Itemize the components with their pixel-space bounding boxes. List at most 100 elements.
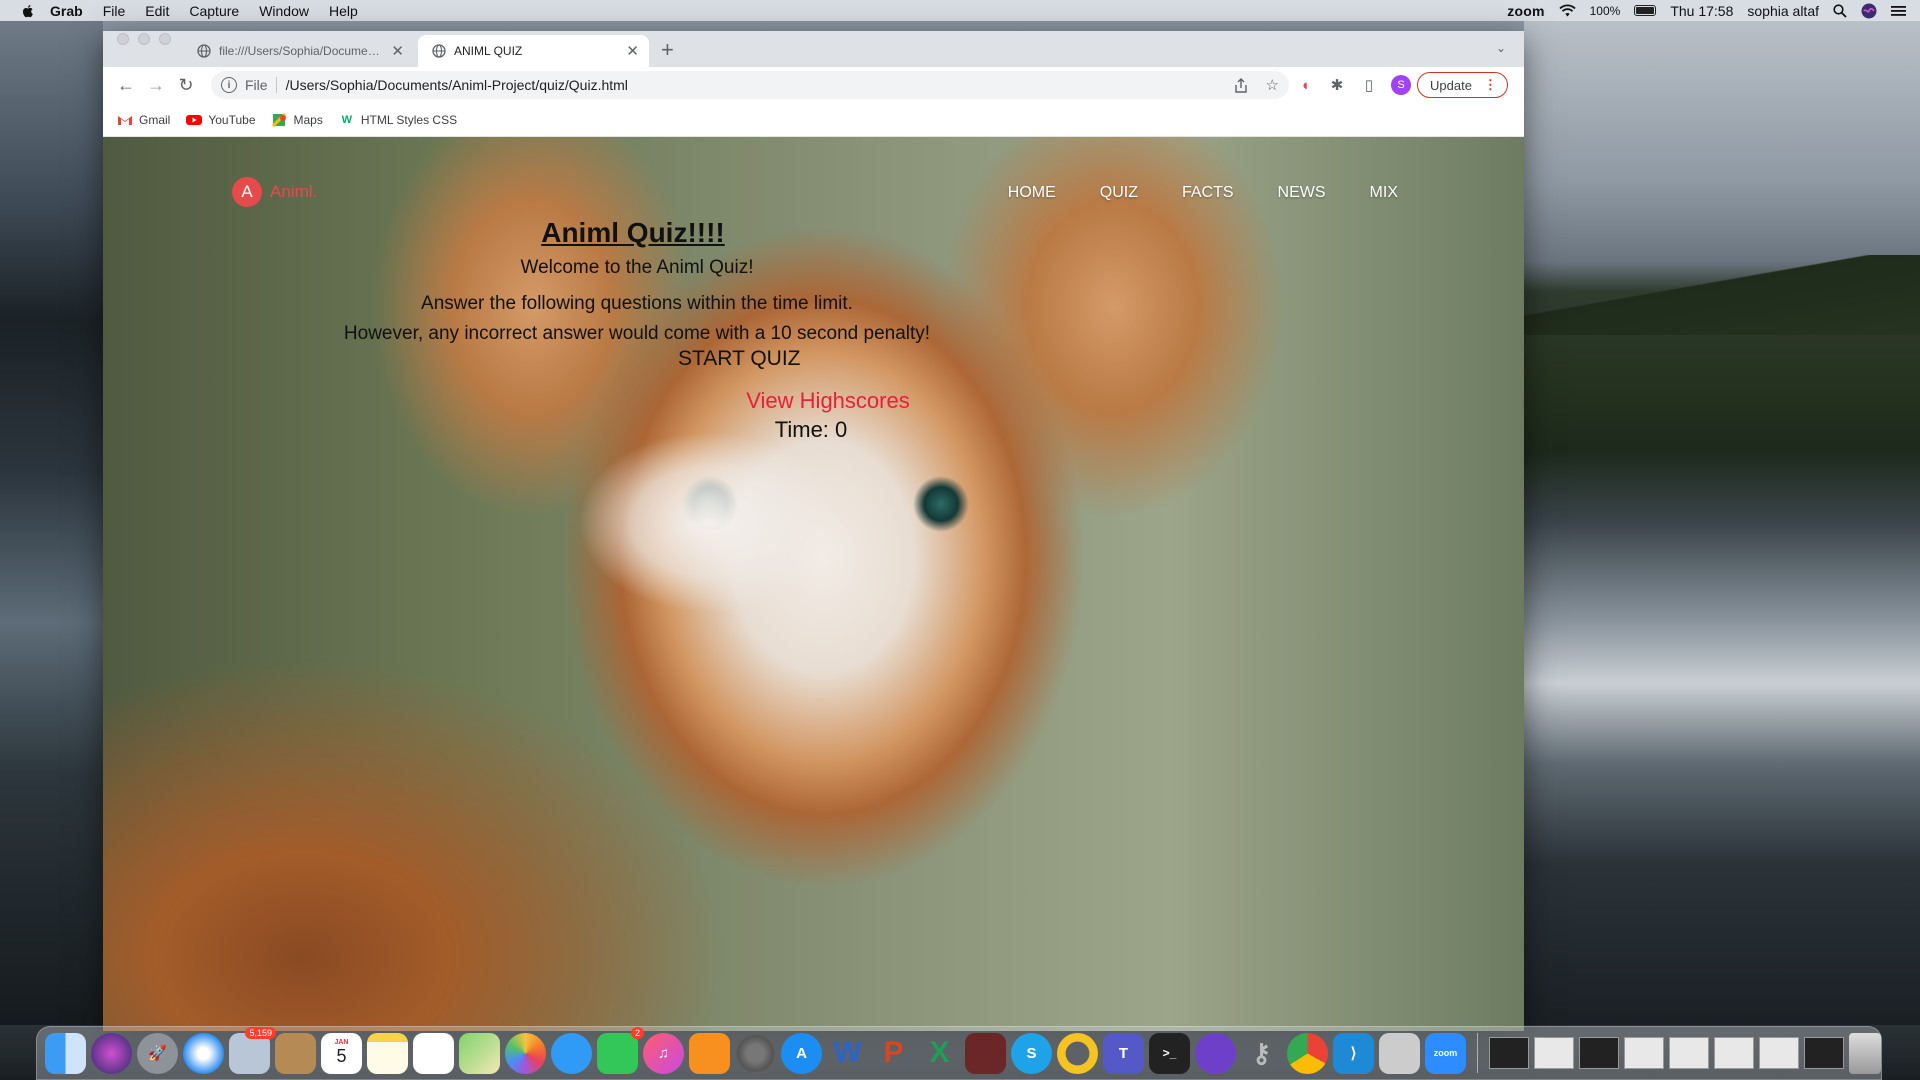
- bookmark-label: YouTube: [208, 112, 256, 127]
- powerpoint-icon[interactable]: P: [873, 1033, 914, 1074]
- grab-app-icon[interactable]: [1379, 1032, 1420, 1074]
- tab-file-quiz[interactable]: file:///Users/Sophia/Documents/Animl-Pro…: [183, 35, 414, 67]
- bookmark-maps[interactable]: Maps: [271, 112, 323, 127]
- nav-facts[interactable]: FACTS: [1182, 184, 1234, 202]
- extension-red-icon[interactable]: ◖: [1289, 77, 1321, 94]
- nav-news[interactable]: NEWS: [1278, 184, 1326, 202]
- finder-icon[interactable]: [45, 1032, 86, 1074]
- menu-help[interactable]: Help: [329, 3, 358, 19]
- minimized-window-thumbnail[interactable]: [1714, 1037, 1754, 1069]
- contacts-icon[interactable]: [275, 1032, 316, 1074]
- minimized-window-thumbnail[interactable]: [1624, 1037, 1664, 1069]
- skype-icon[interactable]: S: [1011, 1032, 1052, 1074]
- back-arrow-icon[interactable]: ←: [111, 75, 141, 96]
- trash-icon[interactable]: [1849, 1032, 1881, 1074]
- notes-icon[interactable]: [367, 1032, 408, 1074]
- macos-dock: 🚀 5,159 JAN 5 2 ♫ A W P X S T >_ ⚷ ⟩ zoo…: [36, 1026, 1882, 1080]
- view-highscores-link[interactable]: View Highscores: [103, 388, 1524, 414]
- minimize-window-button[interactable]: [138, 33, 150, 45]
- minimized-window-thumbnail[interactable]: [1759, 1037, 1799, 1069]
- mail-stamp-icon[interactable]: 5,159: [229, 1026, 276, 1074]
- photo-booth-icon[interactable]: [965, 1032, 1006, 1074]
- side-panel-icon[interactable]: ▯: [1353, 76, 1385, 94]
- apple-menu-icon[interactable]: [20, 3, 36, 19]
- siri-icon[interactable]: [1861, 3, 1877, 19]
- tab-search-chevron-icon[interactable]: ⌄: [1496, 41, 1506, 55]
- extensions-puzzle-icon[interactable]: ✱: [1321, 76, 1353, 94]
- siri-app-icon[interactable]: [91, 1032, 132, 1074]
- launchpad-icon[interactable]: 🚀: [137, 1032, 178, 1074]
- bookmark-star-icon[interactable]: ☆: [1266, 76, 1279, 94]
- more-menu-icon[interactable]: ⋮: [1484, 77, 1497, 93]
- bookmark-label: Gmail: [139, 112, 171, 127]
- control-center-icon[interactable]: [1891, 5, 1906, 17]
- chrome-icon[interactable]: [1287, 1032, 1328, 1074]
- start-quiz-button[interactable]: START QUIZ: [678, 347, 801, 371]
- terminal-icon[interactable]: >_: [1149, 1032, 1190, 1074]
- site-info-icon[interactable]: i: [221, 77, 237, 93]
- minimized-window-thumbnail[interactable]: [1579, 1037, 1619, 1069]
- desktop-wallpaper-right: [1524, 20, 1920, 1025]
- vscode-icon[interactable]: ⟩: [1333, 1032, 1374, 1074]
- menu-grab[interactable]: Grab: [50, 3, 83, 19]
- reminders-icon[interactable]: [413, 1032, 454, 1074]
- close-tab-icon[interactable]: ✕: [391, 42, 404, 60]
- minimized-window-thumbnail[interactable]: [1804, 1037, 1844, 1069]
- user-name[interactable]: sophia altaf: [1747, 3, 1819, 19]
- github-desktop-icon[interactable]: [1195, 1032, 1236, 1074]
- maps-icon: [271, 112, 286, 127]
- minimized-window-thumbnail[interactable]: [1489, 1037, 1529, 1069]
- facetime-icon[interactable]: 2: [597, 1026, 644, 1074]
- battery-icon[interactable]: [1634, 5, 1657, 16]
- photos-icon[interactable]: [505, 1032, 546, 1074]
- app-store-icon[interactable]: A: [781, 1032, 822, 1074]
- menu-window[interactable]: Window: [259, 3, 309, 19]
- timer-display: Time: 0: [774, 417, 848, 442]
- safari-icon[interactable]: [183, 1032, 224, 1074]
- zoom-window-button[interactable]: [159, 33, 171, 45]
- profile-avatar[interactable]: S: [1391, 75, 1411, 95]
- minimized-window-thumbnail[interactable]: [1534, 1037, 1574, 1069]
- chrome-browser-window: file:///Users/Sophia/Documents/Animl-Pro…: [103, 31, 1524, 1031]
- nav-mix[interactable]: MIX: [1370, 184, 1398, 202]
- instruction-line: However, any incorrect answer would come…: [343, 323, 931, 344]
- bookmark-gmail[interactable]: Gmail: [117, 113, 170, 127]
- maps-app-icon[interactable]: [459, 1032, 500, 1074]
- close-tab-icon[interactable]: ✕: [626, 42, 639, 60]
- system-preferences-icon[interactable]: [735, 1032, 776, 1074]
- spotlight-search-icon[interactable]: [1833, 3, 1847, 18]
- bookmark-html-styles-css[interactable]: W HTML Styles CSS: [339, 113, 457, 127]
- clock[interactable]: Thu 17:58: [1670, 3, 1733, 19]
- update-button[interactable]: Update ⋮: [1417, 72, 1508, 98]
- teams-icon[interactable]: T: [1103, 1032, 1144, 1074]
- keychain-icon[interactable]: ⚷: [1241, 1033, 1282, 1074]
- ring-app-icon[interactable]: [1057, 1032, 1098, 1074]
- wifi-icon[interactable]: [1558, 4, 1576, 17]
- minimized-window-thumbnail[interactable]: [1669, 1037, 1709, 1069]
- books-icon[interactable]: [689, 1032, 730, 1074]
- bookmark-youtube[interactable]: YouTube: [186, 112, 256, 127]
- zoom-app-icon[interactable]: zoom: [1425, 1032, 1466, 1074]
- reload-icon[interactable]: ↻: [171, 75, 201, 96]
- tab-animl-quiz[interactable]: ANIML QUIZ ✕: [418, 35, 649, 67]
- share-icon[interactable]: [1234, 77, 1248, 93]
- zoom-menu-extra[interactable]: zoom: [1507, 3, 1544, 19]
- close-window-button[interactable]: [117, 33, 129, 45]
- excel-icon[interactable]: X: [919, 1033, 960, 1074]
- address-bar[interactable]: i File /Users/Sophia/Documents/Animl-Pro…: [211, 71, 1289, 99]
- nav-home[interactable]: HOME: [1008, 184, 1056, 202]
- menu-capture[interactable]: Capture: [189, 3, 239, 19]
- new-tab-button[interactable]: +: [661, 37, 674, 63]
- calendar-icon[interactable]: JAN 5: [321, 1032, 362, 1074]
- address-url[interactable]: /Users/Sophia/Documents/Animl-Project/qu…: [286, 77, 1216, 93]
- menu-edit[interactable]: Edit: [145, 3, 169, 19]
- nav-quiz[interactable]: QUIZ: [1100, 184, 1138, 202]
- site-logo[interactable]: A Animl.: [232, 177, 317, 207]
- forward-arrow-icon[interactable]: →: [141, 75, 171, 96]
- word-icon[interactable]: W: [827, 1033, 868, 1074]
- music-icon[interactable]: ♫: [643, 1032, 684, 1074]
- messages-icon[interactable]: [551, 1032, 592, 1074]
- gmail-icon: [118, 115, 132, 125]
- menu-file[interactable]: File: [103, 3, 126, 19]
- globe-icon: [197, 44, 211, 58]
